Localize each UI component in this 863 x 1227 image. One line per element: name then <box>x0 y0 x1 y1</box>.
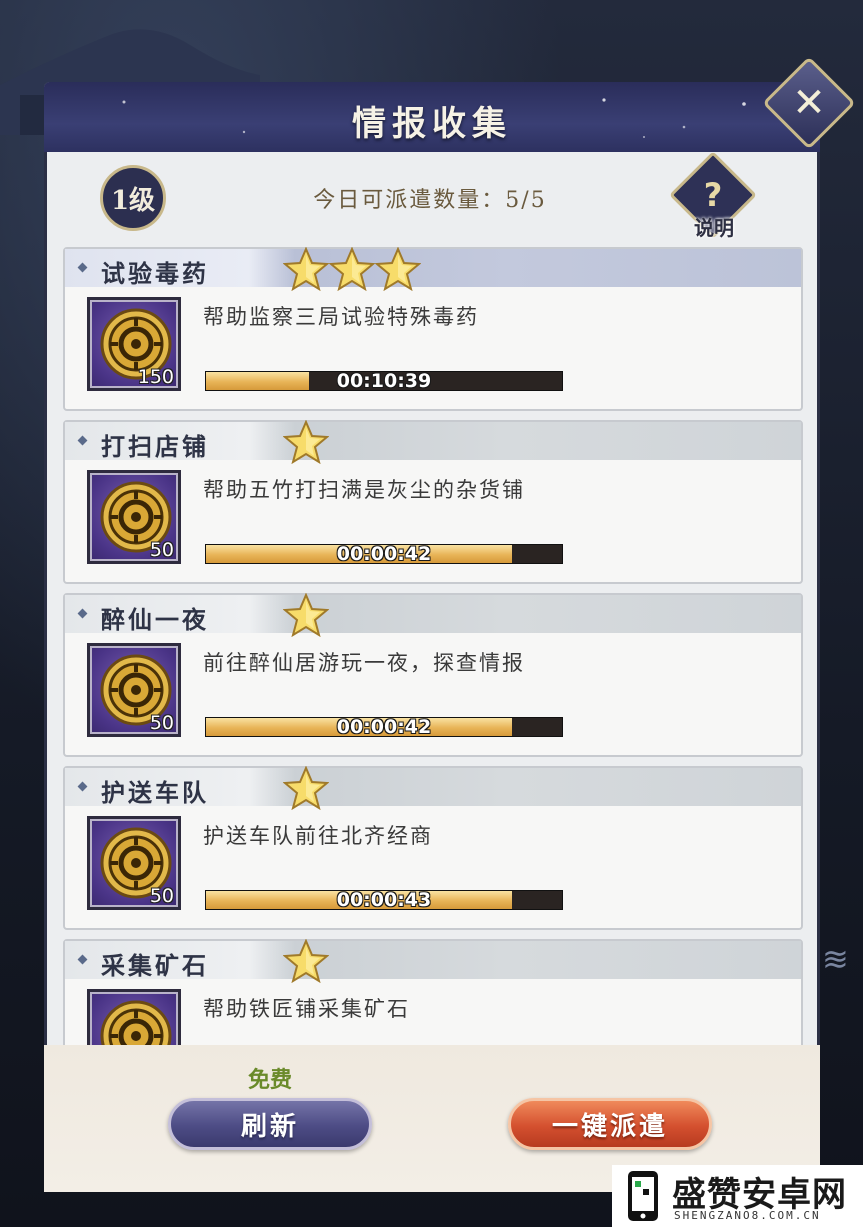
refresh-button[interactable]: 刷新 <box>168 1098 372 1150</box>
difficulty-stars <box>282 765 330 811</box>
countdown-timer: 00:00:42 <box>336 543 432 565</box>
task-card[interactable]: 打扫店铺 50 帮助五竹打扫满是灰尘的杂货铺 00:00:42 <box>63 419 803 584</box>
progress-bar: 00:00:42 <box>205 543 563 565</box>
difficulty-stars <box>282 938 330 984</box>
reward-item[interactable]: 50 <box>87 643 181 737</box>
task-card[interactable]: 醉仙一夜 50 前往醉仙居游玩一夜，探查情报 00:00:42 <box>63 592 803 757</box>
task-card[interactable]: 试验毒药 150 帮助监察三局试验特殊毒药 00:10:39 <box>63 246 803 411</box>
help-label[interactable]: 说明 <box>683 212 745 241</box>
task-header: 试验毒药 <box>65 246 801 292</box>
reward-item[interactable]: 50 <box>87 816 181 910</box>
progress-bar: 00:10:39 <box>205 370 563 392</box>
level-badge: 1级 <box>100 165 166 231</box>
task-name: 醉仙一夜 <box>101 605 209 634</box>
task-list[interactable]: 试验毒药 150 帮助监察三局试验特殊毒药 00:10:39 打扫店铺 50 帮助五竹打扫满… <box>63 245 803 1045</box>
progress-bar: 00:00:42 <box>205 716 563 738</box>
phone-logo-icon <box>628 1171 658 1221</box>
reward-count: 50 <box>149 539 174 561</box>
reward-count: 150 <box>137 366 174 388</box>
task-name: 护送车队 <box>101 778 209 807</box>
task-name: 采集矿石 <box>101 951 209 980</box>
reward-count: 50 <box>149 712 174 734</box>
panel-header: 情报收集 <box>44 82 820 152</box>
watermark: 盛赞安卓网 SHENGZANO8.COM.CN <box>612 1165 863 1227</box>
free-refresh-label: 免费 <box>247 1067 292 1093</box>
coin-icon <box>100 1000 172 1045</box>
reward-item[interactable] <box>87 989 181 1045</box>
difficulty-stars <box>282 592 330 638</box>
reward-item[interactable]: 50 <box>87 470 181 564</box>
task-header: 打扫店铺 <box>65 419 801 465</box>
star-icon <box>282 592 330 638</box>
difficulty-stars <box>282 246 422 292</box>
task-description: 护送车队前往北齐经商 <box>203 824 433 848</box>
task-header: 采集矿石 <box>65 938 801 984</box>
task-card[interactable]: 护送车队 50 护送车队前往北齐经商 00:00:43 <box>63 765 803 930</box>
task-name: 打扫店铺 <box>101 432 209 461</box>
task-description: 帮助五竹打扫满是灰尘的杂货铺 <box>203 478 525 502</box>
star-icon <box>282 938 330 984</box>
countdown-timer: 00:10:39 <box>336 370 432 392</box>
task-name: 试验毒药 <box>101 259 209 288</box>
task-description: 帮助铁匠铺采集矿石 <box>203 997 410 1021</box>
task-header: 护送车队 <box>65 765 801 811</box>
page-title: 情报收集 <box>352 104 512 144</box>
progress-bar: 00:00:43 <box>205 889 563 911</box>
star-icon <box>282 765 330 811</box>
star-icon <box>328 246 376 292</box>
star-icon <box>374 246 422 292</box>
close-icon[interactable]: ✕ <box>776 70 842 136</box>
task-description: 前往醉仙居游玩一夜，探查情报 <box>203 651 525 675</box>
reward-count: 50 <box>149 885 174 907</box>
dispatch-count: 今日可派遣数量：5/5 <box>313 188 547 213</box>
countdown-timer: 00:00:43 <box>336 889 432 911</box>
star-icon <box>282 246 330 292</box>
countdown-timer: 00:00:42 <box>336 716 432 738</box>
star-icon <box>282 419 330 465</box>
task-description: 帮助监察三局试验特殊毒药 <box>203 305 479 329</box>
difficulty-stars <box>282 419 330 465</box>
edge-decoration: ≋ <box>822 940 849 978</box>
task-card[interactable]: 采集矿石帮助铁匠铺采集矿石 <box>63 938 803 1045</box>
watermark-subtext: SHENGZANO8.COM.CN <box>674 1209 821 1222</box>
task-header: 醉仙一夜 <box>65 592 801 638</box>
dispatch-all-button[interactable]: 一键派遣 <box>508 1098 712 1150</box>
reward-item[interactable]: 150 <box>87 297 181 391</box>
